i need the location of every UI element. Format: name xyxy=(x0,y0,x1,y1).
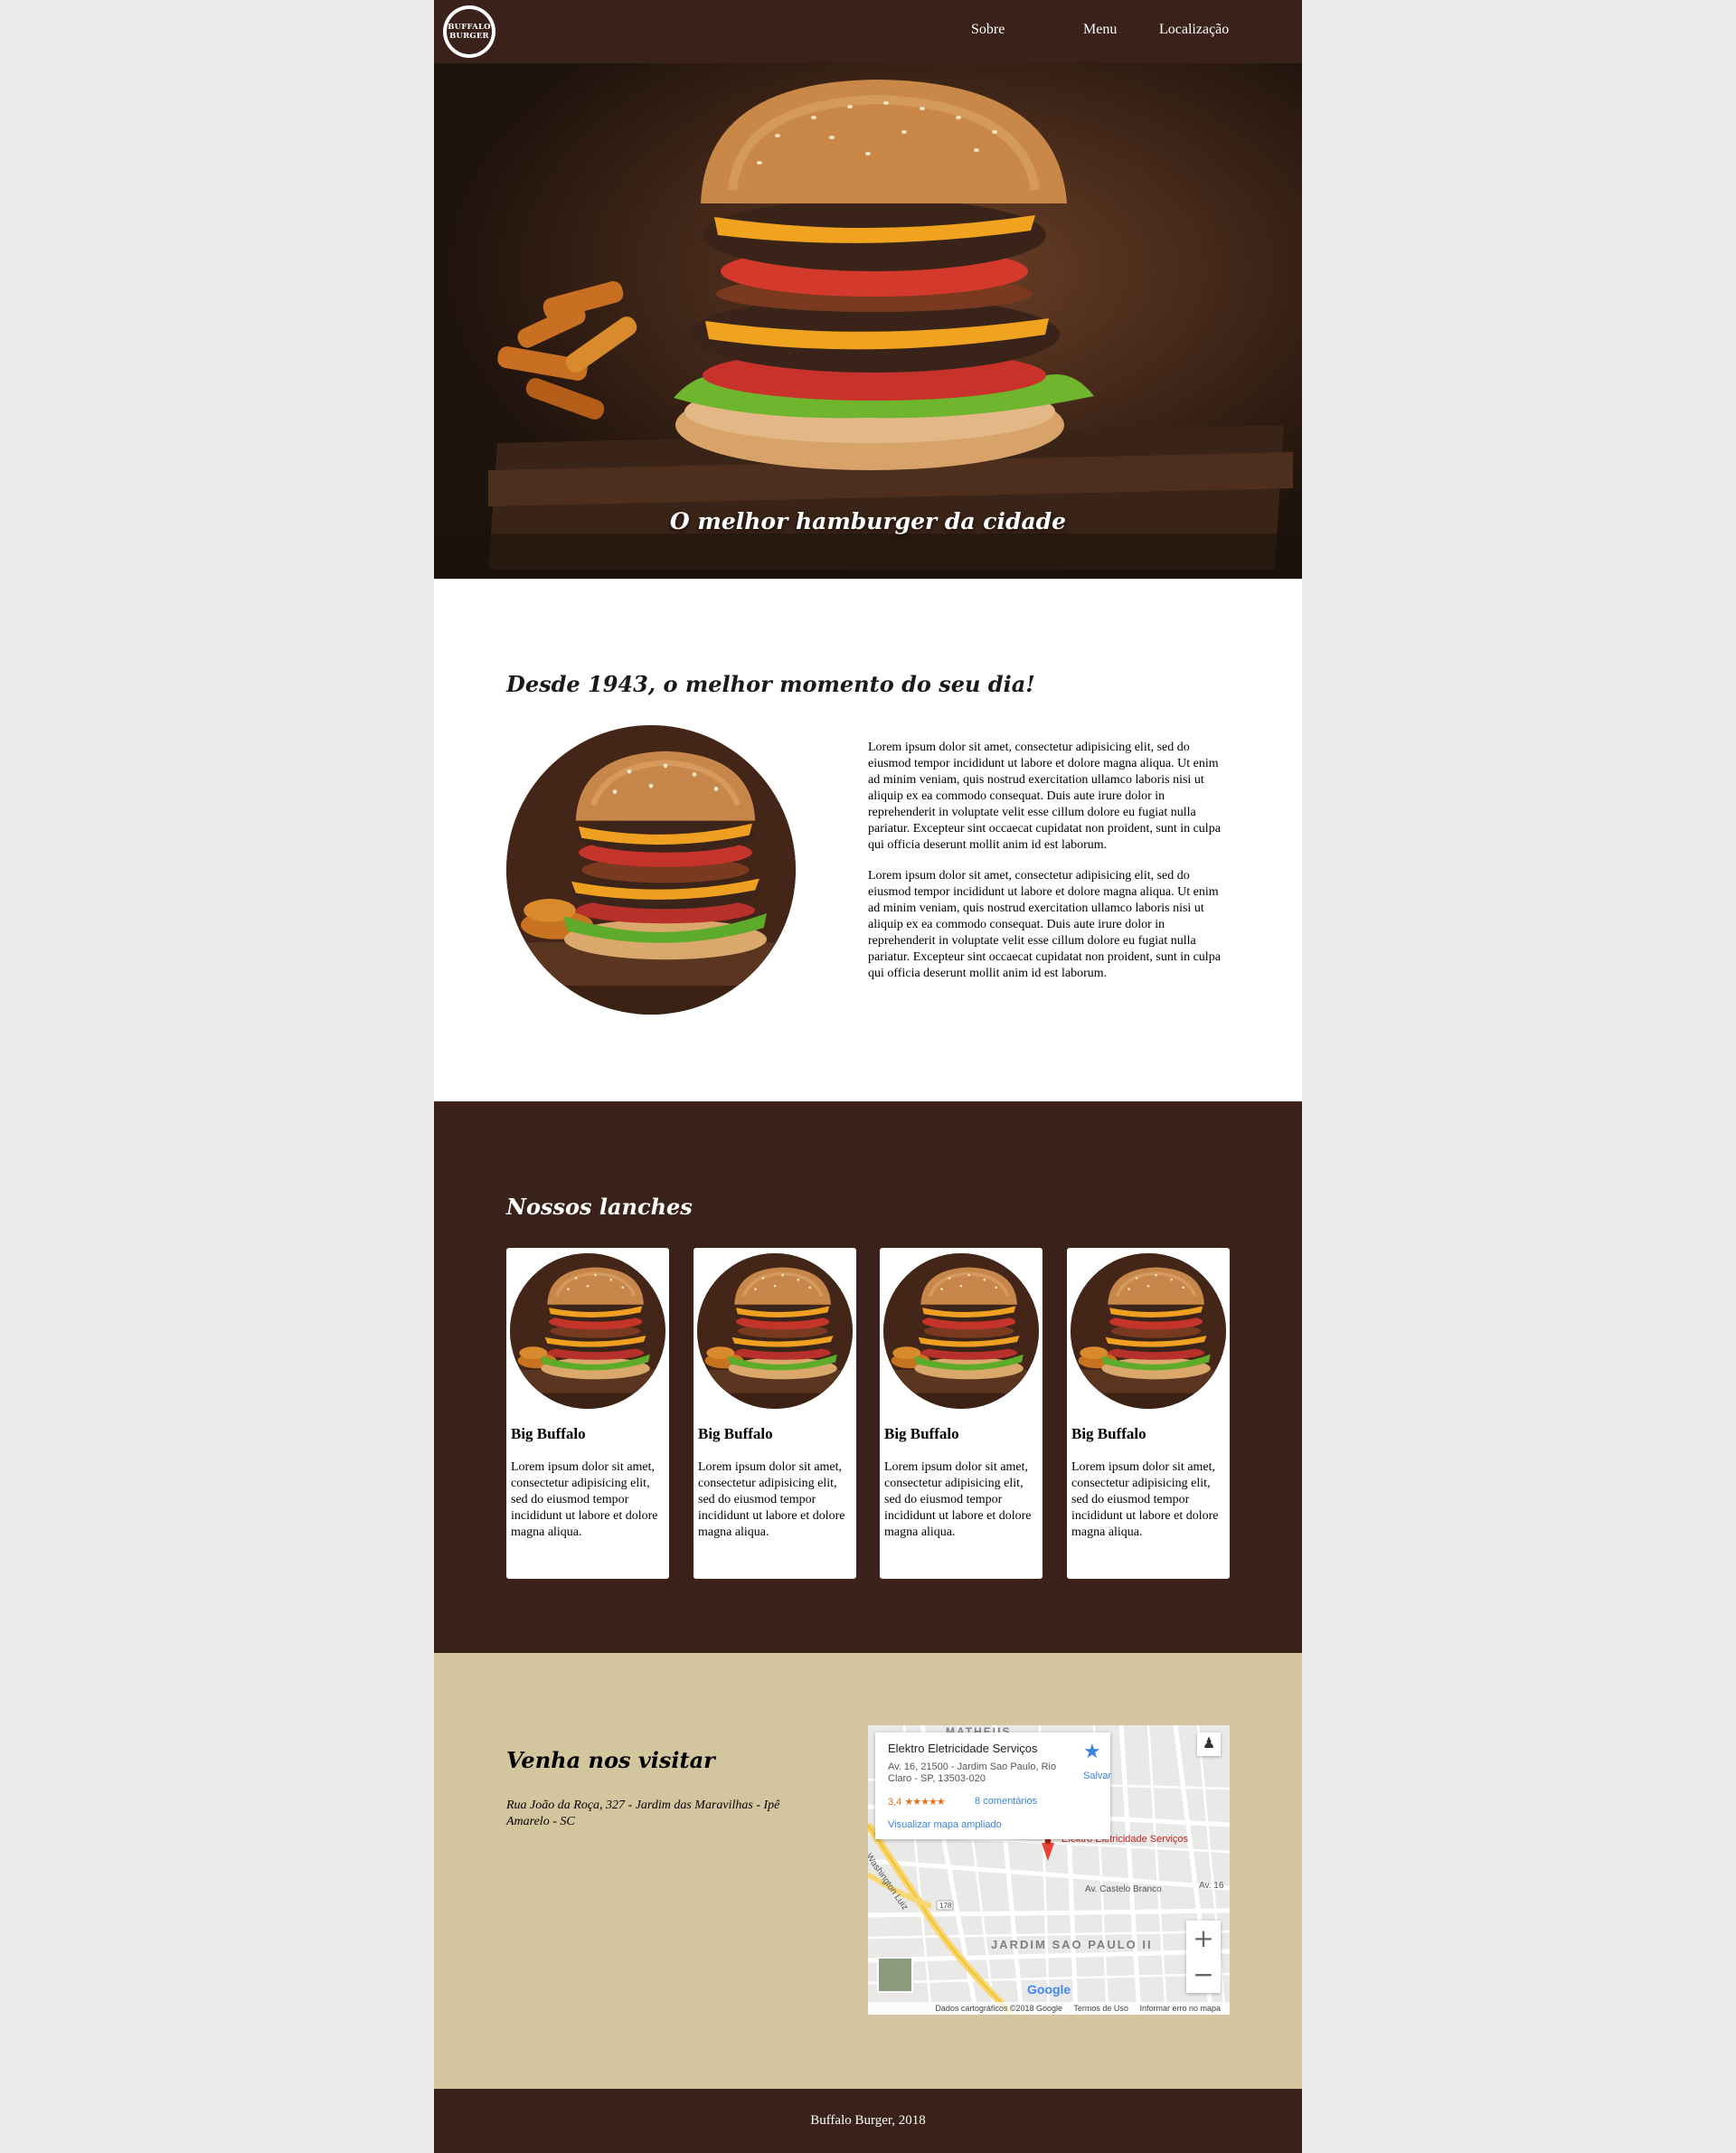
about-paragraph: Lorem ipsum dolor sit amet, consectetur … xyxy=(868,869,1221,980)
satellite-toggle[interactable] xyxy=(877,1957,913,1993)
menu-card-name: Big Buffalo xyxy=(698,1425,773,1442)
map-place-name: Elektro Eletricidade Serviços xyxy=(888,1742,1038,1755)
about-paragraph: Lorem ipsum dolor sit amet, consectetur … xyxy=(868,741,1221,852)
menu-card-image xyxy=(510,1253,665,1409)
menu-title: Nossos lanches xyxy=(506,1194,693,1220)
menu-card[interactable]: Big Buffalo Lorem ipsum dolor sit amet, … xyxy=(1067,1248,1230,1579)
map-data-credit: Dados cartográficos ©2018 Google xyxy=(935,2004,1063,2013)
route-number: 178 xyxy=(939,1902,952,1910)
map-save-button[interactable]: Salvar xyxy=(1083,1771,1111,1781)
hero-burger-image xyxy=(434,63,1302,579)
hero-banner: O melhor hamburger da cidade xyxy=(434,63,1302,579)
person-icon[interactable]: ♟ xyxy=(1197,1733,1221,1756)
nav-link-menu[interactable]: Menu xyxy=(1083,22,1117,38)
logo-badge: BUFFALO BURGER xyxy=(447,9,492,54)
google-logo: Google xyxy=(1027,1982,1071,1997)
about-title: Desde 1943, o melhor momento do seu dia! xyxy=(506,671,1035,697)
logo-text-line2: BURGER xyxy=(449,32,489,41)
visit-address: Rua João da Roça, 327 - Jardim das Marav… xyxy=(506,1799,780,1828)
map-rating: 3,4 ★★★★★ xyxy=(888,1796,946,1808)
visit-title: Venha nos visitar xyxy=(506,1747,715,1773)
map-terms-link[interactable]: Termos de Uso xyxy=(1073,2004,1128,2013)
menu-card-name: Big Buffalo xyxy=(1071,1425,1146,1442)
menu-card-name: Big Buffalo xyxy=(511,1425,586,1442)
map-street-label: Av. 16 xyxy=(1199,1881,1224,1891)
site-footer: Buffalo Burger, 2018 xyxy=(434,2089,1302,2153)
map-enlarge-link[interactable]: Visualizar mapa ampliado xyxy=(888,1819,1002,1830)
about-burger-image xyxy=(506,725,796,1015)
footer-text: Buffalo Burger, 2018 xyxy=(810,2113,926,2128)
site-header: BUFFALO BURGER Sobre Menu Localização xyxy=(434,0,1302,63)
menu-card-desc: Lorem ipsum dolor sit amet, consectetur … xyxy=(1071,1460,1219,1539)
menu-card-image xyxy=(883,1253,1039,1409)
map-footer: Dados cartográficos ©2018 Google Termos … xyxy=(868,2002,1230,2015)
menu-card-image xyxy=(1071,1253,1226,1409)
menu-card-desc: Lorem ipsum dolor sit amet, consectetur … xyxy=(884,1460,1032,1539)
map-zoom-controls: + − xyxy=(1186,1921,1221,1993)
star-save-icon[interactable]: ★ xyxy=(1083,1740,1101,1763)
menu-card-name: Big Buffalo xyxy=(884,1425,959,1442)
logo[interactable]: BUFFALO BURGER xyxy=(443,5,495,58)
about-text: Lorem ipsum dolor sit amet, consectetur … xyxy=(868,740,1230,996)
map-place-card: Elektro Eletricidade Serviços Av. 16, 21… xyxy=(875,1733,1111,1839)
hero-caption: O melhor hamburger da cidade xyxy=(669,508,1067,534)
map-district-label: JARDIM SAO PAULO II xyxy=(991,1938,1153,1951)
page: BUFFALO BURGER Sobre Menu Localização O … xyxy=(434,0,1302,2153)
map-rating-value: 3,4 xyxy=(888,1797,902,1808)
menu-card[interactable]: Big Buffalo Lorem ipsum dolor sit amet, … xyxy=(880,1248,1043,1579)
star-rating-icon: ★★★★★ xyxy=(904,1797,945,1808)
nav-link-localizacao[interactable]: Localização xyxy=(1159,22,1229,38)
menu-card-desc: Lorem ipsum dolor sit amet, consectetur … xyxy=(698,1460,845,1539)
menu-section: Nossos lanches Big Buffalo Lorem ipsum d… xyxy=(434,1101,1302,1653)
menu-card[interactable]: Big Buffalo Lorem ipsum dolor sit amet, … xyxy=(506,1248,669,1579)
visit-section: Venha nos visitar Rua João da Roça, 327 … xyxy=(434,1653,1302,2089)
embedded-map[interactable]: 178 MATHEUS Elektro Eletricidade Serviço… xyxy=(868,1725,1230,2015)
map-report-link[interactable]: Informar erro no mapa xyxy=(1139,2004,1221,2013)
map-place-address: Av. 16, 21500 - Jardim Sao Paulo, Rio Cl… xyxy=(888,1761,1057,1784)
map-reviews-link[interactable]: 8 comentários xyxy=(975,1796,1037,1807)
map-street-label: Av. Castelo Branco xyxy=(1085,1884,1162,1894)
menu-card-desc: Lorem ipsum dolor sit amet, consectetur … xyxy=(511,1460,658,1539)
zoom-out-button[interactable]: − xyxy=(1186,1957,1221,1993)
menu-card-image xyxy=(697,1253,853,1409)
zoom-in-button[interactable]: + xyxy=(1186,1921,1221,1957)
nav-link-sobre[interactable]: Sobre xyxy=(971,22,1005,38)
logo-text-line1: BUFFALO xyxy=(448,23,491,32)
menu-card[interactable]: Big Buffalo Lorem ipsum dolor sit amet, … xyxy=(693,1248,856,1579)
